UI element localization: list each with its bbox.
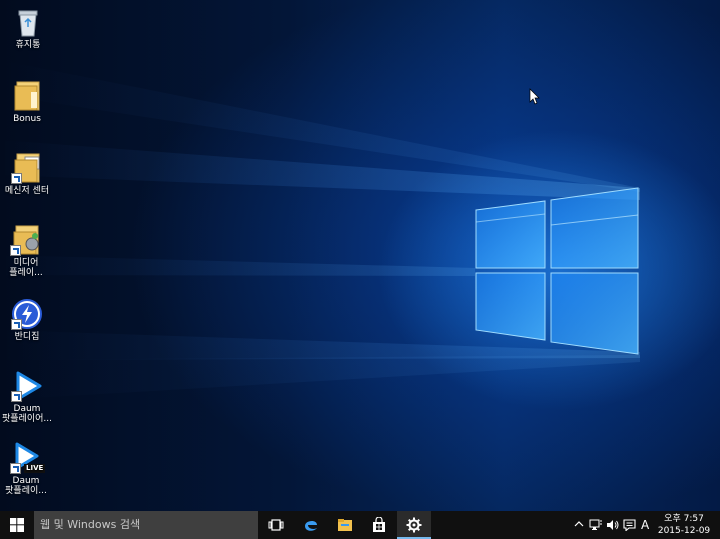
start-button[interactable] bbox=[0, 511, 34, 539]
clock[interactable]: 오후 7:57 2015-12-09 bbox=[657, 513, 711, 537]
desktop-icon-label-line2: 플레이... bbox=[9, 268, 43, 278]
desktop-icon-label-line1: Daum bbox=[13, 404, 41, 414]
settings-button[interactable] bbox=[397, 511, 431, 539]
store-icon bbox=[373, 517, 385, 532]
desktop-icon-label: Bonus bbox=[13, 114, 41, 124]
desktop-icon-label-line2: 팟플레이어... bbox=[2, 414, 52, 424]
clock-time: 오후 7:57 bbox=[664, 514, 704, 524]
folder-icon bbox=[10, 224, 42, 256]
task-view-icon bbox=[268, 519, 284, 531]
settings-icon bbox=[406, 517, 422, 533]
desktop-icon-label: 반디집 bbox=[14, 332, 40, 342]
show-hidden-icons-button[interactable] bbox=[574, 511, 586, 539]
desktop-icon-recycle-bin[interactable]: 휴지통 bbox=[0, 6, 58, 50]
folder-icon bbox=[11, 152, 43, 184]
desktop-icon-daum-potplayer-live[interactable]: LIVE Daum 팟플레이... bbox=[0, 442, 56, 496]
shortcut-arrow-icon bbox=[11, 173, 22, 184]
network-icon bbox=[589, 519, 602, 530]
recycle-bin-icon bbox=[12, 6, 44, 38]
desktop-icon-label: 휴지통 bbox=[15, 40, 41, 50]
live-badge: LIVE bbox=[24, 464, 46, 473]
desktop-icon-label-line1: 미디어 bbox=[13, 258, 39, 268]
desktop-icon-label-line2: 팟플레이... bbox=[5, 486, 47, 496]
potplayer-icon bbox=[11, 370, 43, 402]
desktop-icon-label-line1: Daum bbox=[12, 476, 40, 486]
desktop-icon-messenger-center[interactable]: 메신저 센터 bbox=[0, 152, 57, 196]
file-explorer-icon bbox=[338, 519, 352, 531]
bandizip-icon bbox=[11, 298, 43, 330]
action-center-icon bbox=[623, 519, 636, 531]
desktop-icon-label: 메신저 센터 bbox=[4, 186, 50, 196]
desktop-wallpaper bbox=[0, 0, 720, 511]
mouse-cursor-icon bbox=[529, 88, 540, 105]
input-method-indicator[interactable]: A bbox=[641, 511, 653, 539]
folder-icon bbox=[11, 80, 43, 112]
action-center-button[interactable] bbox=[623, 511, 637, 539]
potplayer-live-icon: LIVE bbox=[10, 442, 46, 474]
desktop-icon-bonus[interactable]: Bonus bbox=[0, 80, 57, 124]
file-explorer-button[interactable] bbox=[328, 511, 362, 539]
taskbar: 웹 및 Windows 검색 A 오후 7:57 2015-12-09 bbox=[0, 511, 720, 539]
clock-date: 2015-12-09 bbox=[657, 526, 711, 536]
windows-logo-icon bbox=[10, 518, 24, 532]
network-button[interactable] bbox=[589, 511, 603, 539]
chevron-up-icon bbox=[574, 521, 584, 527]
edge-button[interactable] bbox=[294, 511, 328, 539]
store-button[interactable] bbox=[362, 511, 396, 539]
task-view-button[interactable] bbox=[259, 511, 293, 539]
search-input[interactable]: 웹 및 Windows 검색 bbox=[34, 511, 258, 539]
shortcut-arrow-icon bbox=[10, 245, 21, 256]
volume-button[interactable] bbox=[606, 511, 620, 539]
volume-icon bbox=[607, 520, 619, 530]
desktop-icon-daum-potplayer[interactable]: Daum 팟플레이어... bbox=[0, 370, 57, 424]
edge-icon bbox=[305, 520, 317, 531]
desktop-icon-bandizip[interactable]: 반디집 bbox=[0, 298, 57, 342]
windows-logo-art bbox=[475, 187, 639, 355]
shortcut-arrow-icon bbox=[10, 463, 21, 474]
desktop-icon-media-player[interactable]: 미디어 플레이... bbox=[0, 224, 56, 278]
shortcut-arrow-icon bbox=[11, 319, 22, 330]
shortcut-arrow-icon bbox=[11, 391, 22, 402]
